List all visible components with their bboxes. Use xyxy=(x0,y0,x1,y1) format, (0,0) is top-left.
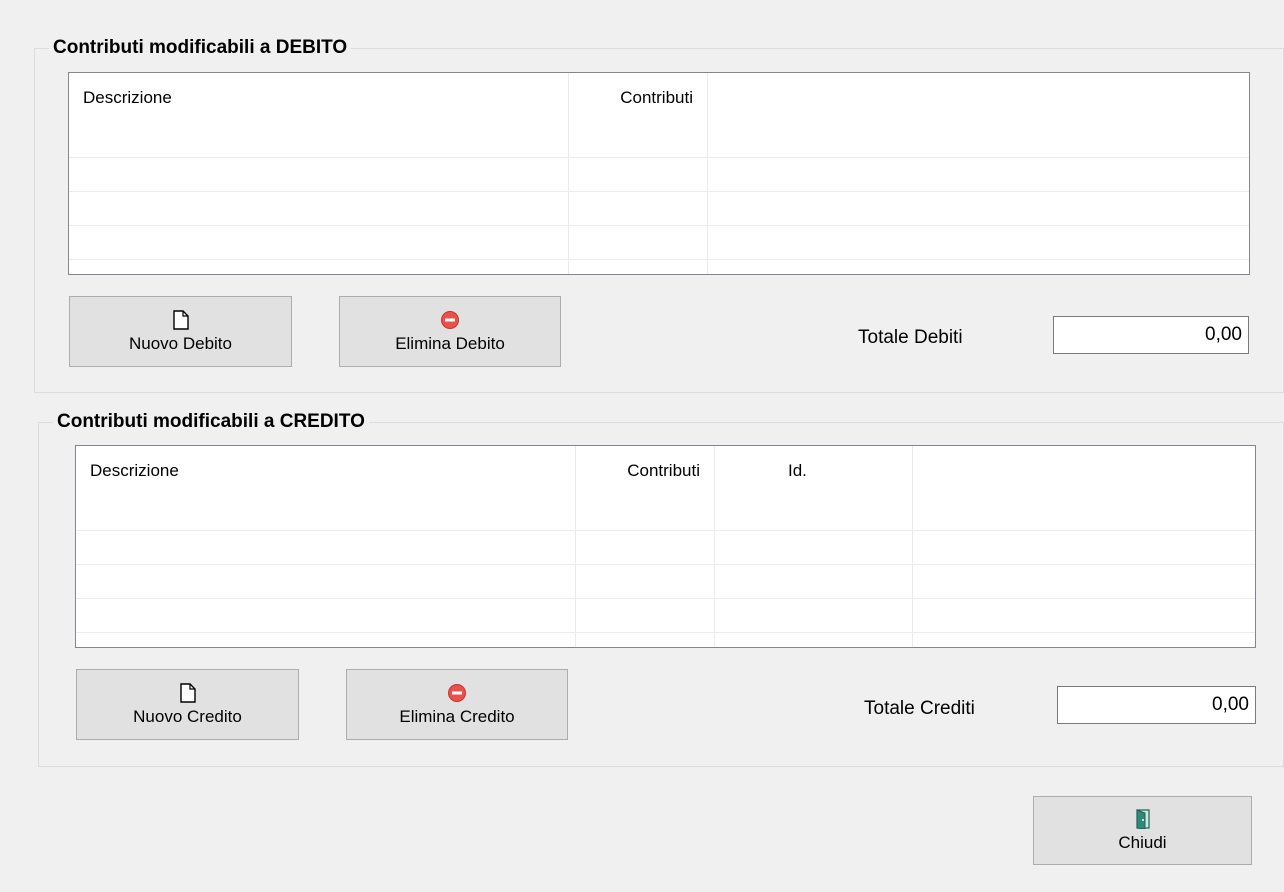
debito-group-title: Contributi modificabili a DEBITO xyxy=(49,36,352,60)
table-row[interactable] xyxy=(76,564,1255,599)
exit-door-icon xyxy=(1135,808,1151,830)
column-header-id[interactable]: Id. xyxy=(774,446,912,496)
table-row[interactable] xyxy=(76,496,1255,531)
totale-crediti-field[interactable] xyxy=(1057,686,1256,724)
nuovo-credito-button[interactable]: Nuovo Credito xyxy=(76,669,299,740)
credito-group-title: Contributi modificabili a CREDITO xyxy=(53,410,369,434)
elimina-credito-button[interactable]: Elimina Credito xyxy=(346,669,568,740)
nuovo-debito-label: Nuovo Debito xyxy=(128,333,232,353)
table-row[interactable] xyxy=(69,157,1249,192)
delete-red-circle-icon xyxy=(447,682,467,704)
elimina-debito-button[interactable]: Elimina Debito xyxy=(339,296,561,367)
elimina-credito-label: Elimina Credito xyxy=(399,706,515,726)
column-header-descrizione[interactable]: Descrizione xyxy=(69,73,568,123)
column-header-contributi[interactable]: Contributi xyxy=(568,73,707,123)
column-header-descrizione[interactable]: Descrizione xyxy=(76,446,575,496)
debito-grid[interactable]: Descrizione Contributi xyxy=(68,72,1250,275)
column-header-contributi[interactable]: Contributi xyxy=(575,446,714,496)
contributi-window: Contributi modificabili a DEBITO Descriz… xyxy=(0,0,1284,892)
chiudi-button[interactable]: Chiudi xyxy=(1033,796,1252,865)
totale-debiti-field[interactable] xyxy=(1053,316,1249,354)
table-row[interactable] xyxy=(69,123,1249,158)
table-row[interactable] xyxy=(69,225,1249,260)
totale-debiti-label: Totale Debiti xyxy=(858,327,963,348)
delete-red-circle-icon xyxy=(440,309,460,331)
table-row[interactable] xyxy=(76,598,1255,633)
table-row[interactable] xyxy=(76,530,1255,565)
credito-grid-header: Descrizione Contributi Id. xyxy=(76,446,1255,496)
elimina-debito-label: Elimina Debito xyxy=(395,333,505,353)
table-row[interactable] xyxy=(69,191,1249,226)
debito-grid-header: Descrizione Contributi xyxy=(69,73,1249,123)
chiudi-label: Chiudi xyxy=(1118,832,1167,852)
totale-crediti-label: Totale Crediti xyxy=(864,698,975,719)
nuovo-credito-label: Nuovo Credito xyxy=(133,706,242,726)
credito-grid[interactable]: Descrizione Contributi Id. xyxy=(75,445,1256,648)
new-document-icon xyxy=(172,309,189,331)
nuovo-debito-button[interactable]: Nuovo Debito xyxy=(69,296,292,367)
new-document-icon xyxy=(179,682,196,704)
